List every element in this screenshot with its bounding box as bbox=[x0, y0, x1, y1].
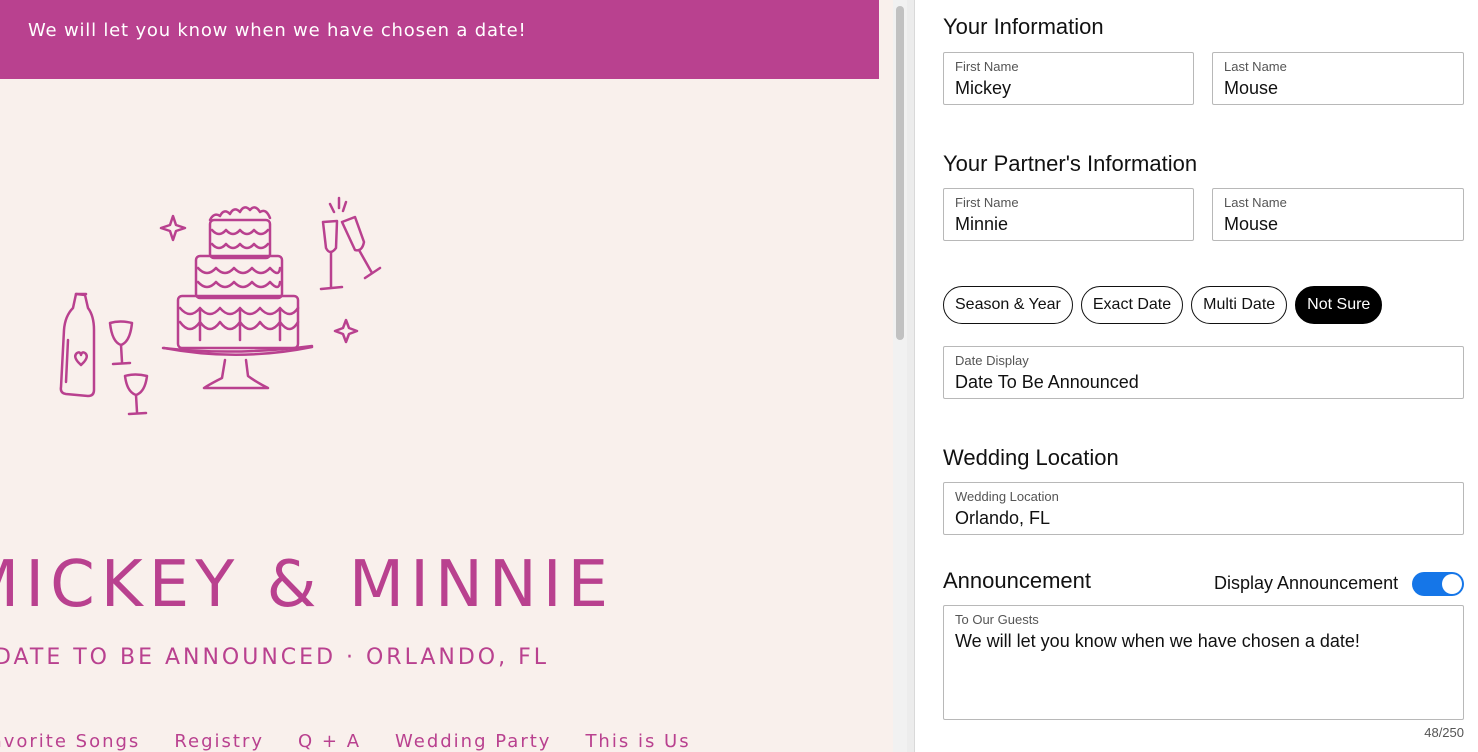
date-display-field[interactable]: Date Display Date To Be Announced bbox=[943, 346, 1464, 399]
editor-panel: Your Information First Name Mickey Last … bbox=[916, 0, 1478, 752]
field-label: Wedding Location bbox=[955, 489, 1059, 504]
nav-link-qa[interactable]: Q + A bbox=[298, 731, 361, 752]
announcement-textarea[interactable]: To Our Guests We will let you know when … bbox=[943, 605, 1464, 720]
site-navigation: Favorite Songs Registry Q + A Wedding Pa… bbox=[0, 731, 691, 752]
pane-resize-handle[interactable] bbox=[907, 0, 915, 752]
field-label: To Our Guests bbox=[955, 612, 1039, 627]
nav-link-registry[interactable]: Registry bbox=[174, 731, 264, 752]
field-label: Last Name bbox=[1224, 59, 1287, 74]
chip-exact-date[interactable]: Exact Date bbox=[1080, 286, 1184, 324]
field-value[interactable]: Orlando, FL bbox=[955, 508, 1050, 529]
nav-link-wedding-party[interactable]: Wedding Party bbox=[395, 731, 551, 752]
partner-first-name-field[interactable]: First Name Minnie bbox=[943, 188, 1194, 241]
field-value[interactable]: Mickey bbox=[955, 78, 1011, 99]
field-value[interactable]: Mouse bbox=[1224, 78, 1278, 99]
chip-not-sure[interactable]: Not Sure bbox=[1295, 286, 1383, 324]
field-value[interactable]: We will let you know when we have chosen… bbox=[955, 631, 1360, 652]
toggle-knob bbox=[1442, 574, 1462, 594]
preview-scrollbar[interactable] bbox=[893, 0, 907, 752]
character-counter: 48/250 bbox=[1424, 725, 1464, 740]
preview-scrollbar-thumb[interactable] bbox=[896, 6, 904, 340]
chip-multi-date[interactable]: Multi Date bbox=[1191, 286, 1288, 324]
display-announcement-label: Display Announcement bbox=[1214, 573, 1399, 593]
field-label: First Name bbox=[955, 195, 1019, 210]
announcement-banner-text: We will let you know when we have chosen… bbox=[28, 20, 527, 41]
your-information-title: Your Information bbox=[943, 14, 1104, 39]
nav-link-this-is-us[interactable]: This is Us bbox=[585, 731, 690, 752]
field-label: Last Name bbox=[1224, 195, 1287, 210]
display-announcement-toggle[interactable] bbox=[1412, 572, 1464, 596]
website-preview: We will let you know when we have chosen… bbox=[0, 0, 893, 752]
partner-information-title: Your Partner's Information bbox=[943, 151, 1198, 176]
partner-last-name-field[interactable]: Last Name Mouse bbox=[1212, 188, 1464, 241]
nav-link-favorite-songs[interactable]: Favorite Songs bbox=[0, 731, 140, 752]
your-first-name-field[interactable]: First Name Mickey bbox=[943, 52, 1194, 105]
field-value[interactable]: Mouse bbox=[1224, 214, 1278, 235]
your-last-name-field[interactable]: Last Name Mouse bbox=[1212, 52, 1464, 105]
field-label: First Name bbox=[955, 59, 1019, 74]
field-label: Date Display bbox=[955, 353, 1029, 368]
couple-names-heading: MICKEY & MINNIE bbox=[0, 548, 615, 622]
field-value[interactable]: Minnie bbox=[955, 214, 1008, 235]
date-location-subheading: DATE TO BE ANNOUNCED · ORLANDO, FL bbox=[0, 645, 550, 670]
field-value[interactable]: Date To Be Announced bbox=[955, 372, 1139, 393]
announcement-title: Announcement bbox=[943, 568, 1091, 593]
chip-season-year[interactable]: Season & Year bbox=[943, 286, 1073, 324]
announcement-banner: We will let you know when we have chosen… bbox=[0, 0, 879, 79]
date-type-selector: Season & Year Exact Date Multi Date Not … bbox=[943, 286, 1383, 324]
wedding-cake-illustration bbox=[59, 196, 382, 416]
wedding-location-field[interactable]: Wedding Location Orlando, FL bbox=[943, 482, 1464, 535]
wedding-location-title: Wedding Location bbox=[943, 445, 1119, 470]
